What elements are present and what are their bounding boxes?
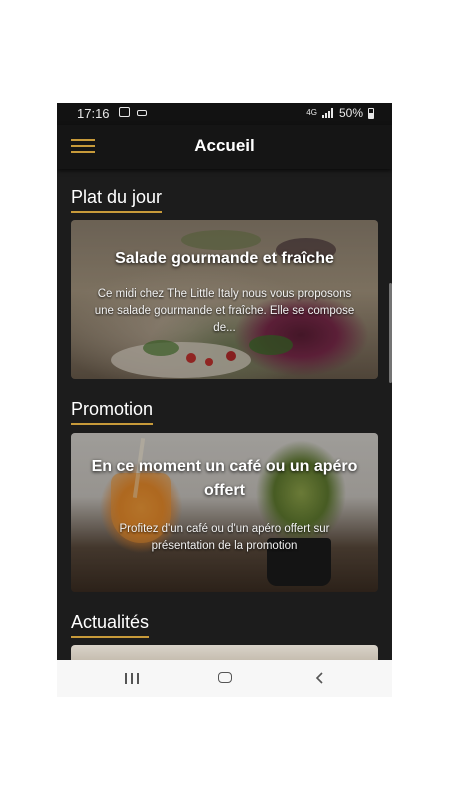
section-title-plat-du-jour: Plat du jour bbox=[71, 187, 163, 213]
battery-percentage: 50% bbox=[338, 106, 363, 120]
notification-icons bbox=[119, 107, 148, 117]
card-plat-du-jour[interactable]: Salade gourmande et fraîche Ce midi chez… bbox=[71, 220, 378, 379]
image-notification-icon bbox=[119, 107, 130, 117]
status-time: 17:16 bbox=[77, 106, 110, 121]
scroll-indicator bbox=[389, 283, 392, 383]
card-title: Salade gourmande et fraîche bbox=[115, 250, 334, 267]
page-title: Accueil bbox=[194, 136, 255, 155]
section-title-actualites: Actualités bbox=[71, 612, 150, 638]
phone-screen: 17:16 4G 50% Accueil Plat du jour Salade… bbox=[57, 103, 392, 697]
card-description: Profitez d'un café ou d'un apéro offert … bbox=[119, 523, 330, 552]
car-notification-icon bbox=[136, 107, 148, 117]
battery-icon bbox=[368, 107, 374, 119]
app-header: Accueil bbox=[57, 125, 392, 169]
card-title: En ce moment un café ou un apéro offert bbox=[91, 458, 358, 499]
network-type-label: 4G bbox=[306, 108, 317, 117]
back-icon[interactable] bbox=[313, 671, 327, 685]
home-icon[interactable] bbox=[218, 672, 232, 683]
card-promotion[interactable]: En ce moment un café ou un apéro offert … bbox=[71, 433, 378, 592]
signal-icon bbox=[321, 108, 334, 118]
card-description: Ce midi chez The Little Italy nous vous … bbox=[94, 288, 355, 334]
system-navigation-bar bbox=[57, 660, 392, 697]
status-indicators: 4G 50% bbox=[306, 106, 374, 120]
recent-apps-icon[interactable] bbox=[125, 673, 139, 684]
section-title-promotion: Promotion bbox=[71, 399, 154, 425]
status-bar: 17:16 4G 50% bbox=[57, 103, 392, 125]
